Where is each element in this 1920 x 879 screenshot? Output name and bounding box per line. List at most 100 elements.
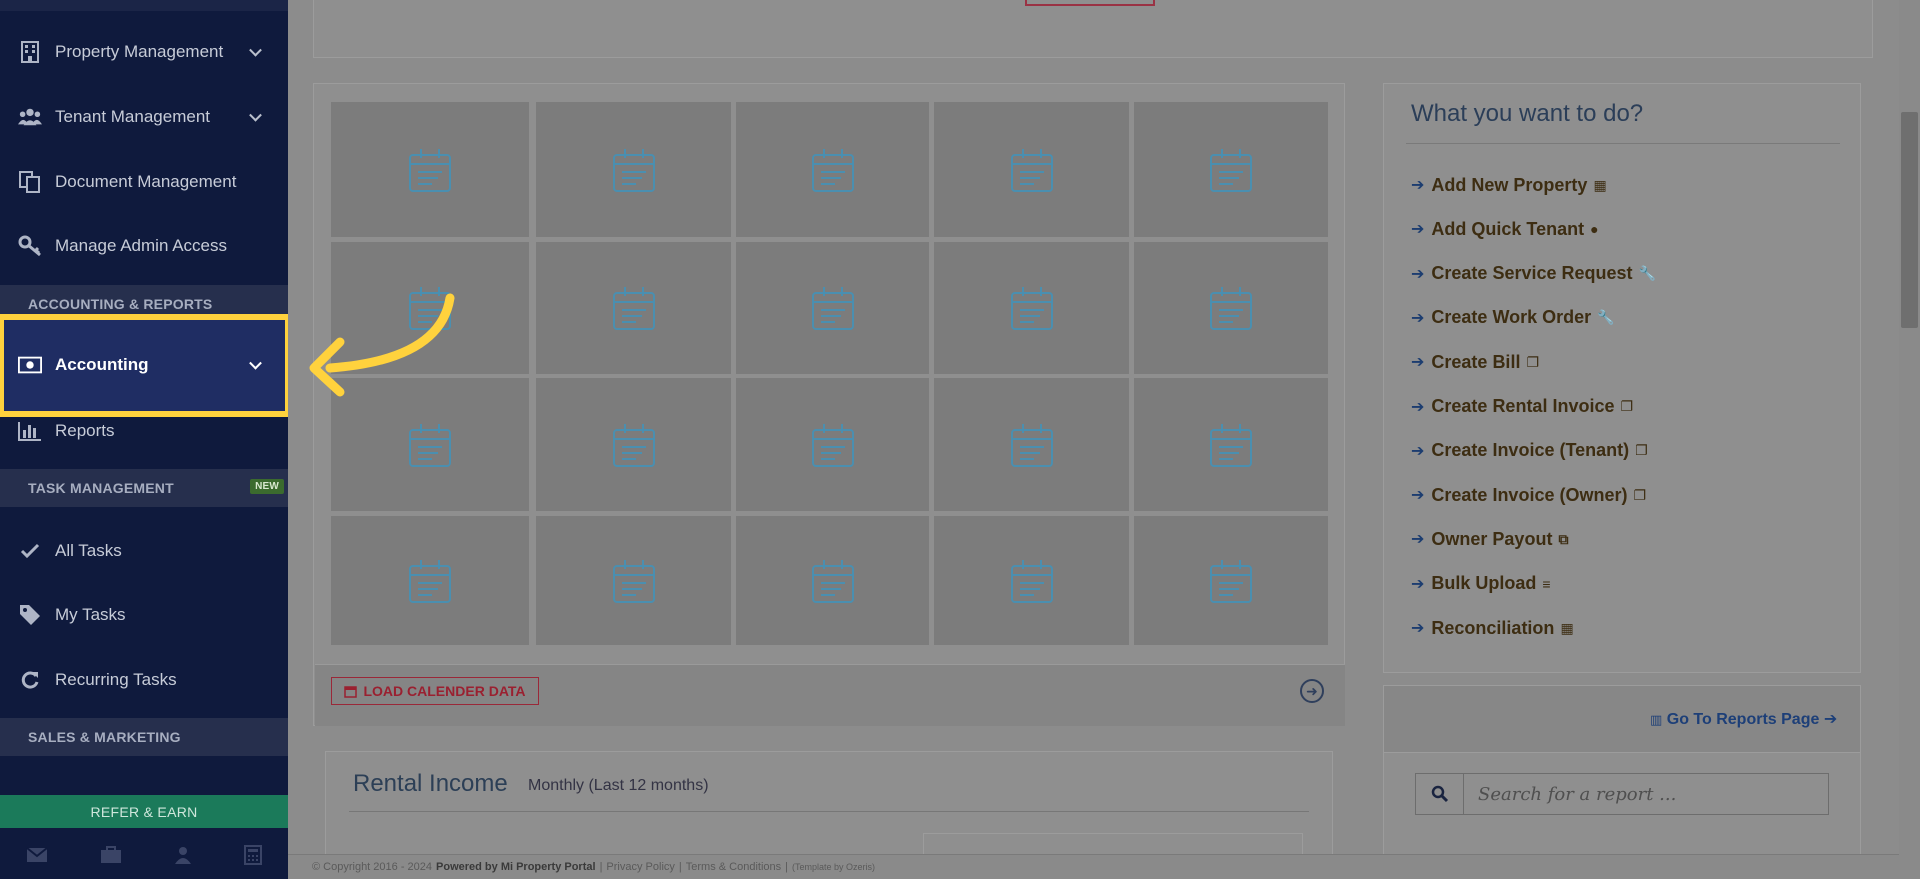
top-panel — [313, 0, 1873, 58]
quick-action-label: Create Rental Invoice — [1431, 396, 1615, 416]
calendar-icon — [612, 423, 655, 467]
check-icon — [18, 539, 42, 563]
arrow-right-icon: ➔ — [1411, 575, 1425, 593]
calendar-icon — [811, 423, 854, 467]
section-title: TASK MANAGEMENT — [28, 480, 174, 496]
calendar-grid — [331, 102, 1328, 645]
load-calendar-button[interactable]: LOAD CALENDER DATA — [331, 677, 539, 705]
calendar-cell[interactable] — [536, 242, 731, 374]
rental-income-title: Rental Income — [353, 770, 508, 797]
report-search-input[interactable] — [1464, 774, 1828, 814]
terms-link[interactable]: Terms & Conditions — [686, 861, 781, 873]
copy-icon: ❐ — [1633, 486, 1647, 503]
quick-action-item[interactable]: ➔ Owner Payout ⧉ — [1411, 527, 1568, 551]
quick-action-label: Create Work Order — [1431, 307, 1592, 328]
calendar-icon — [811, 287, 854, 330]
sidebar-item-document-management[interactable]: Document Management — [0, 152, 288, 212]
copy-icon: ❐ — [1620, 398, 1634, 414]
go-to-reports-link[interactable]: ▥ Go To Reports Page ➔ — [1650, 709, 1837, 729]
calendar-cell[interactable] — [1134, 102, 1328, 237]
sidebar-item-manage-admin-access[interactable]: Manage Admin Access — [0, 216, 288, 276]
divider — [1406, 143, 1840, 144]
calendar-cell[interactable] — [1134, 242, 1328, 374]
search-icon — [1431, 785, 1448, 803]
search-button[interactable] — [1416, 774, 1464, 814]
calendar-icon — [409, 148, 451, 192]
sidebar-item-recurring-tasks[interactable]: Recurring Tasks — [0, 650, 288, 710]
calendar-cell[interactable] — [1134, 378, 1328, 511]
clone-icon: ⧉ — [1558, 530, 1569, 547]
quick-action-item[interactable]: ➔ Reconciliation ▦ — [1411, 616, 1574, 640]
quick-action-item[interactable]: ➔ Create Invoice (Tenant) ❐ — [1411, 439, 1648, 463]
sidebar-item-all-tasks[interactable]: All Tasks — [0, 521, 288, 581]
calendar-cell[interactable] — [736, 516, 929, 645]
calendar-cell[interactable] — [1134, 516, 1328, 645]
sidebar-item-label: My Tasks — [55, 605, 126, 624]
powered-by-link[interactable]: Powered by Mi Property Portal — [436, 861, 596, 873]
sidebar-item-label: Recurring Tasks — [55, 670, 177, 689]
wrench-icon: 🔧 — [1597, 309, 1615, 326]
calendar-cell[interactable] — [934, 242, 1129, 374]
calendar-cell[interactable] — [536, 102, 731, 237]
bar-chart-icon — [18, 419, 42, 443]
template-credit: (Template by Ozeris) — [791, 862, 876, 872]
top-action-button[interactable] — [1025, 0, 1155, 6]
quick-action-item[interactable]: ➔ Add Quick Tenant ● — [1411, 217, 1599, 241]
user-icon[interactable] — [174, 846, 192, 869]
rental-income-subtitle: Monthly (Last 12 months) — [528, 777, 709, 794]
calendar-cell[interactable] — [331, 516, 529, 645]
sidebar-item-reports[interactable]: Reports — [0, 401, 288, 461]
quick-action-item[interactable]: ➔ Add New Property ▦ — [1411, 173, 1607, 197]
quick-action-item[interactable]: ➔ Create Work Order 🔧 — [1411, 306, 1615, 330]
quick-action-item[interactable]: ➔ Create Service Request 🔧 — [1411, 262, 1656, 286]
sidebar-item-my-tasks[interactable]: My Tasks — [0, 585, 288, 645]
calendar-cell[interactable] — [934, 102, 1129, 237]
briefcase-icon[interactable] — [100, 846, 122, 869]
arrow-right-icon: ➔ — [1411, 221, 1425, 239]
scrollbar-thumb[interactable] — [1901, 112, 1918, 328]
reports-link-label: Go To Reports Page — [1666, 711, 1820, 728]
privacy-policy-link[interactable]: Privacy Policy — [606, 861, 674, 873]
quick-action-label: Owner Payout — [1431, 528, 1553, 549]
calendar-icon — [612, 148, 655, 192]
quick-action-label: Add New Property — [1431, 174, 1588, 195]
refresh-icon — [18, 668, 42, 692]
copy-icon: ❐ — [1526, 353, 1540, 370]
separator: | — [785, 861, 788, 873]
sidebar-item-tenant-management[interactable]: Tenant Management — [0, 87, 288, 147]
sidebar-top-strip — [0, 0, 288, 11]
calendar-cell[interactable] — [934, 516, 1129, 645]
footer: © Copyright 2016 - 2024 Powered by Mi Pr… — [288, 854, 1920, 879]
wrench-icon: 🔧 — [1638, 265, 1656, 282]
quick-action-item[interactable]: ➔ Create Invoice (Owner) ❐ — [1411, 483, 1646, 507]
quick-action-label: Add Quick Tenant — [1431, 218, 1585, 239]
calculator-icon[interactable] — [244, 845, 262, 870]
quick-action-label: Create Bill — [1431, 351, 1521, 372]
calendar-icon — [1010, 559, 1053, 603]
calendar-cell[interactable] — [934, 378, 1129, 511]
sidebar-item-property-management[interactable]: Property Management — [0, 22, 288, 82]
calendar-icon — [811, 148, 854, 192]
calendar-cell[interactable] — [736, 102, 929, 237]
arrow-right-icon: ➔ — [1823, 711, 1838, 728]
calendar-cell[interactable] — [331, 102, 529, 237]
calendar-cell[interactable] — [736, 378, 929, 511]
quick-action-item[interactable]: ➔ Create Bill ❐ — [1411, 350, 1539, 374]
calendar-icon — [612, 287, 655, 330]
next-arrow-icon[interactable]: ➜ — [1300, 679, 1324, 703]
calendar-cell[interactable] — [736, 242, 929, 374]
arrow-right-icon: ➔ — [1411, 309, 1425, 327]
quick-action-label: Reconciliation — [1431, 617, 1555, 638]
calendar-icon — [344, 685, 358, 698]
quick-action-item[interactable]: ➔ Bulk Upload ≡ — [1411, 572, 1551, 596]
quick-action-item[interactable]: ➔ Create Rental Invoice ❐ — [1411, 395, 1633, 419]
new-badge: NEW — [250, 479, 284, 494]
calendar-cell[interactable] — [536, 378, 731, 511]
refer-earn-button[interactable]: REFER & EARN — [0, 795, 288, 828]
envelope-icon[interactable] — [26, 847, 48, 868]
calendar-cell[interactable] — [536, 516, 731, 645]
sidebar-item-label: Reports — [55, 421, 115, 440]
calendar-icon — [1210, 423, 1252, 467]
calendar-icon — [1010, 287, 1053, 330]
separator: | — [599, 861, 603, 873]
